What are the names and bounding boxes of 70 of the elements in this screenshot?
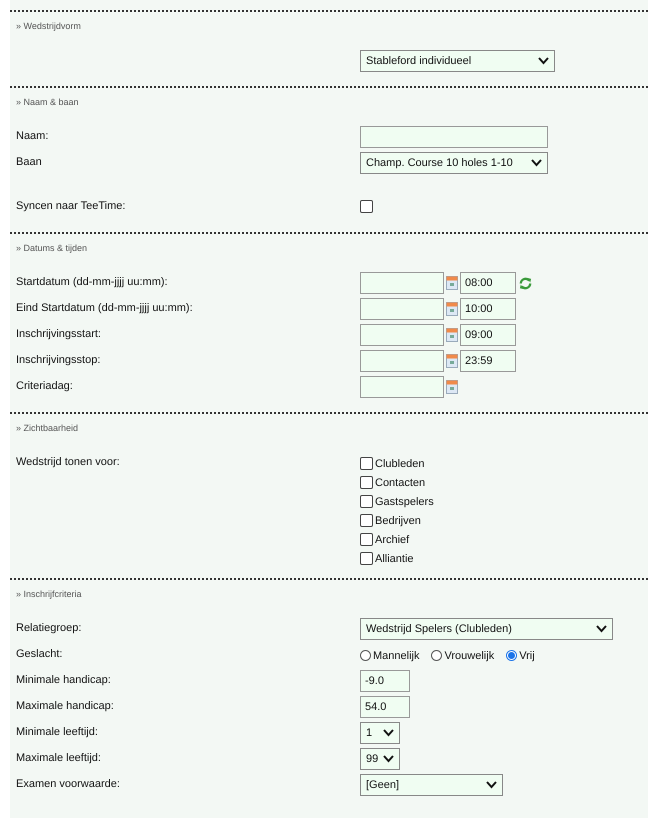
section-title: » Datums & tijden — [16, 242, 88, 255]
dropdown[interactable]: Champ. Course 10 holes 1-10 — [360, 152, 548, 174]
chevron-down-icon — [486, 781, 497, 789]
checkbox[interactable] — [360, 514, 373, 527]
date-field[interactable] — [360, 272, 444, 294]
field-label: Baan — [16, 156, 42, 168]
field-label: Syncen naar TeeTime: — [16, 200, 126, 212]
field-label: Startdatum (dd-mm-jjjj uu:mm): — [16, 276, 168, 288]
dropdown[interactable]: [Geen] — [360, 774, 503, 796]
time-field[interactable]: 08:00 — [460, 272, 516, 294]
checkbox-label: Alliantie — [375, 552, 414, 564]
dropdown[interactable]: Stableford individueel — [360, 50, 555, 72]
dropdown[interactable]: 99 — [360, 748, 400, 770]
field-label: Examen voorwaarde: — [16, 778, 120, 790]
field-label: Geslacht: — [16, 648, 62, 660]
field-label: Criteriadag: — [16, 380, 73, 392]
calendar-icon[interactable] — [446, 302, 458, 316]
calendar-icon[interactable] — [446, 380, 458, 394]
radio-button[interactable] — [431, 650, 442, 661]
checkbox-label: Archief — [375, 534, 410, 546]
checkbox[interactable] — [360, 552, 373, 565]
date-field[interactable] — [360, 298, 444, 320]
radio-button[interactable] — [360, 650, 371, 661]
chevron-down-icon — [531, 159, 542, 167]
radio-label: Vrouwelijk — [444, 650, 494, 662]
field-label: Maximale handicap: — [16, 700, 114, 712]
dropdown[interactable]: Wedstrijd Spelers (Clubleden) — [360, 618, 613, 640]
checkbox[interactable] — [360, 457, 373, 470]
field-label: Inschrijvingsstart: — [16, 328, 101, 340]
refresh-icon[interactable] — [518, 276, 533, 290]
field-label: Relatiegroep: — [16, 622, 82, 634]
time-field[interactable]: 23:59 — [460, 350, 516, 372]
checkbox[interactable] — [360, 476, 373, 489]
field-label: Eind Startdatum (dd-mm-jjjj uu:mm): — [16, 302, 193, 314]
chevron-down-icon — [596, 625, 607, 633]
input-field[interactable]: -9.0 — [360, 670, 410, 692]
field-label: Wedstrijd tonen voor: — [16, 456, 120, 468]
chevron-down-icon — [383, 755, 394, 763]
field-label: Maximale leeftijd: — [16, 752, 101, 764]
date-field[interactable] — [360, 324, 444, 346]
chevron-down-icon — [383, 729, 394, 737]
checkbox[interactable] — [360, 495, 373, 508]
field-label: Minimale leeftijd: — [16, 726, 98, 738]
field-label: Inschrijvingsstop: — [16, 354, 100, 366]
time-field[interactable]: 09:00 — [460, 324, 516, 346]
section-title: » Zichtbaarheid — [16, 422, 80, 435]
calendar-icon[interactable] — [446, 328, 458, 342]
field-label: Minimale handicap: — [16, 674, 111, 686]
dropdown[interactable]: 1 — [360, 722, 400, 744]
section-title: » Wedstrijdvorm — [16, 20, 82, 33]
checkbox-label: Contacten — [375, 476, 426, 488]
radio-label: Vrij — [519, 650, 535, 662]
section-title: » Inschrijfcriteria — [16, 588, 83, 601]
chevron-down-icon — [538, 57, 549, 65]
radio-label: Mannelijk — [373, 650, 420, 662]
checkbox-label: Gastspelers — [375, 496, 434, 508]
input-field[interactable]: 54.0 — [360, 696, 410, 718]
time-field[interactable]: 10:00 — [460, 298, 516, 320]
checkbox-label: Clubleden — [375, 458, 425, 470]
date-field[interactable] — [360, 350, 444, 372]
field-label: Naam: — [16, 130, 48, 142]
radio-button[interactable] — [506, 650, 518, 661]
input-field[interactable] — [360, 126, 548, 148]
checkbox-label: Bedrijven — [375, 514, 421, 526]
calendar-icon[interactable] — [446, 276, 458, 290]
date-field[interactable] — [360, 376, 444, 398]
checkbox[interactable] — [360, 533, 373, 546]
calendar-icon[interactable] — [446, 354, 458, 368]
section-title: » Naam & baan — [16, 96, 80, 109]
checkbox[interactable] — [360, 200, 373, 213]
